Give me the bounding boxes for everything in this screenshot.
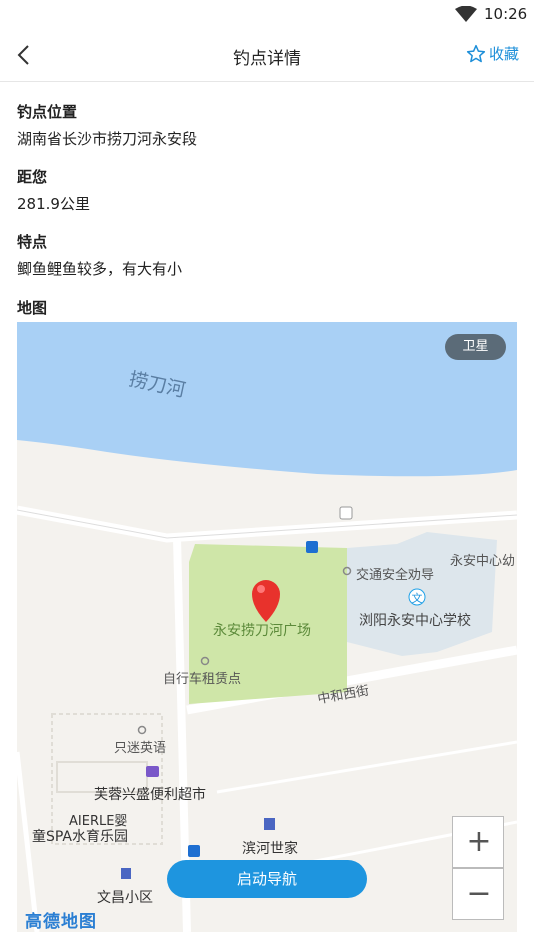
map-label: 地图 (17, 299, 48, 317)
distance-value: 281.9公里 (17, 195, 90, 213)
building-icon-2 (121, 868, 131, 879)
page-title: 钓点详情 (233, 49, 301, 69)
svg-text:文: 文 (412, 591, 423, 605)
bus-stop-icon (306, 541, 318, 553)
bus-stop-icon-2 (188, 845, 200, 857)
location-value: 湖南省长沙市捞刀河永安段 (17, 130, 198, 148)
status-time: 10:26 (484, 5, 528, 23)
map-view[interactable]: 文 捞刀河 卫星 交通安全劝导 永安中心幼 永安捞刀河广场 浏阳永安中心学校 自… (17, 322, 517, 932)
english-label: 只迷英语 (114, 741, 167, 756)
status-bar: 10:26 (0, 0, 534, 30)
distance-label: 距您 (17, 168, 48, 186)
toilet-icon (339, 506, 353, 520)
english-poi-dot (137, 725, 147, 735)
start-navigation-button[interactable]: 启动导航 (167, 860, 367, 898)
favorite-label: 收藏 (489, 45, 520, 63)
location-label: 钓点位置 (17, 103, 78, 121)
binhe-label: 滨河世家 (242, 841, 298, 857)
feature-value: 鲫鱼鲤鱼较多，有大有小 (17, 260, 183, 278)
star-icon (466, 44, 486, 62)
river-area (17, 322, 517, 477)
feature-label: 特点 (17, 233, 48, 251)
satellite-button[interactable]: 卫星 (445, 334, 506, 360)
wenchang-label: 文昌小区 (97, 890, 153, 906)
kindergarten-label: 永安中心幼 (450, 554, 516, 569)
market-label: 芙蓉兴盛便利超市 (94, 787, 206, 803)
school-label: 浏阳永安中心学校 (359, 613, 471, 629)
building-icon (264, 818, 275, 830)
zoom-in-button[interactable]: + (452, 816, 504, 868)
traffic-label: 交通安全劝导 (356, 568, 435, 583)
zoom-in-icon: + (466, 824, 492, 859)
zoom-out-icon: − (466, 876, 492, 911)
amap-logo: 高德地图 (25, 912, 97, 932)
bike-rental-label: 自行车租赁点 (163, 672, 242, 687)
plaza-label: 永安捞刀河广场 (213, 623, 311, 639)
header-bar: 钓点详情 收藏 (0, 30, 534, 82)
favorite-button[interactable]: 收藏 (466, 43, 519, 64)
market-cart-icon (146, 766, 159, 777)
wifi-icon (455, 6, 477, 22)
aierle-label-2: 童SPA水育乐园 (32, 829, 129, 845)
zoom-out-button[interactable]: − (452, 868, 504, 920)
